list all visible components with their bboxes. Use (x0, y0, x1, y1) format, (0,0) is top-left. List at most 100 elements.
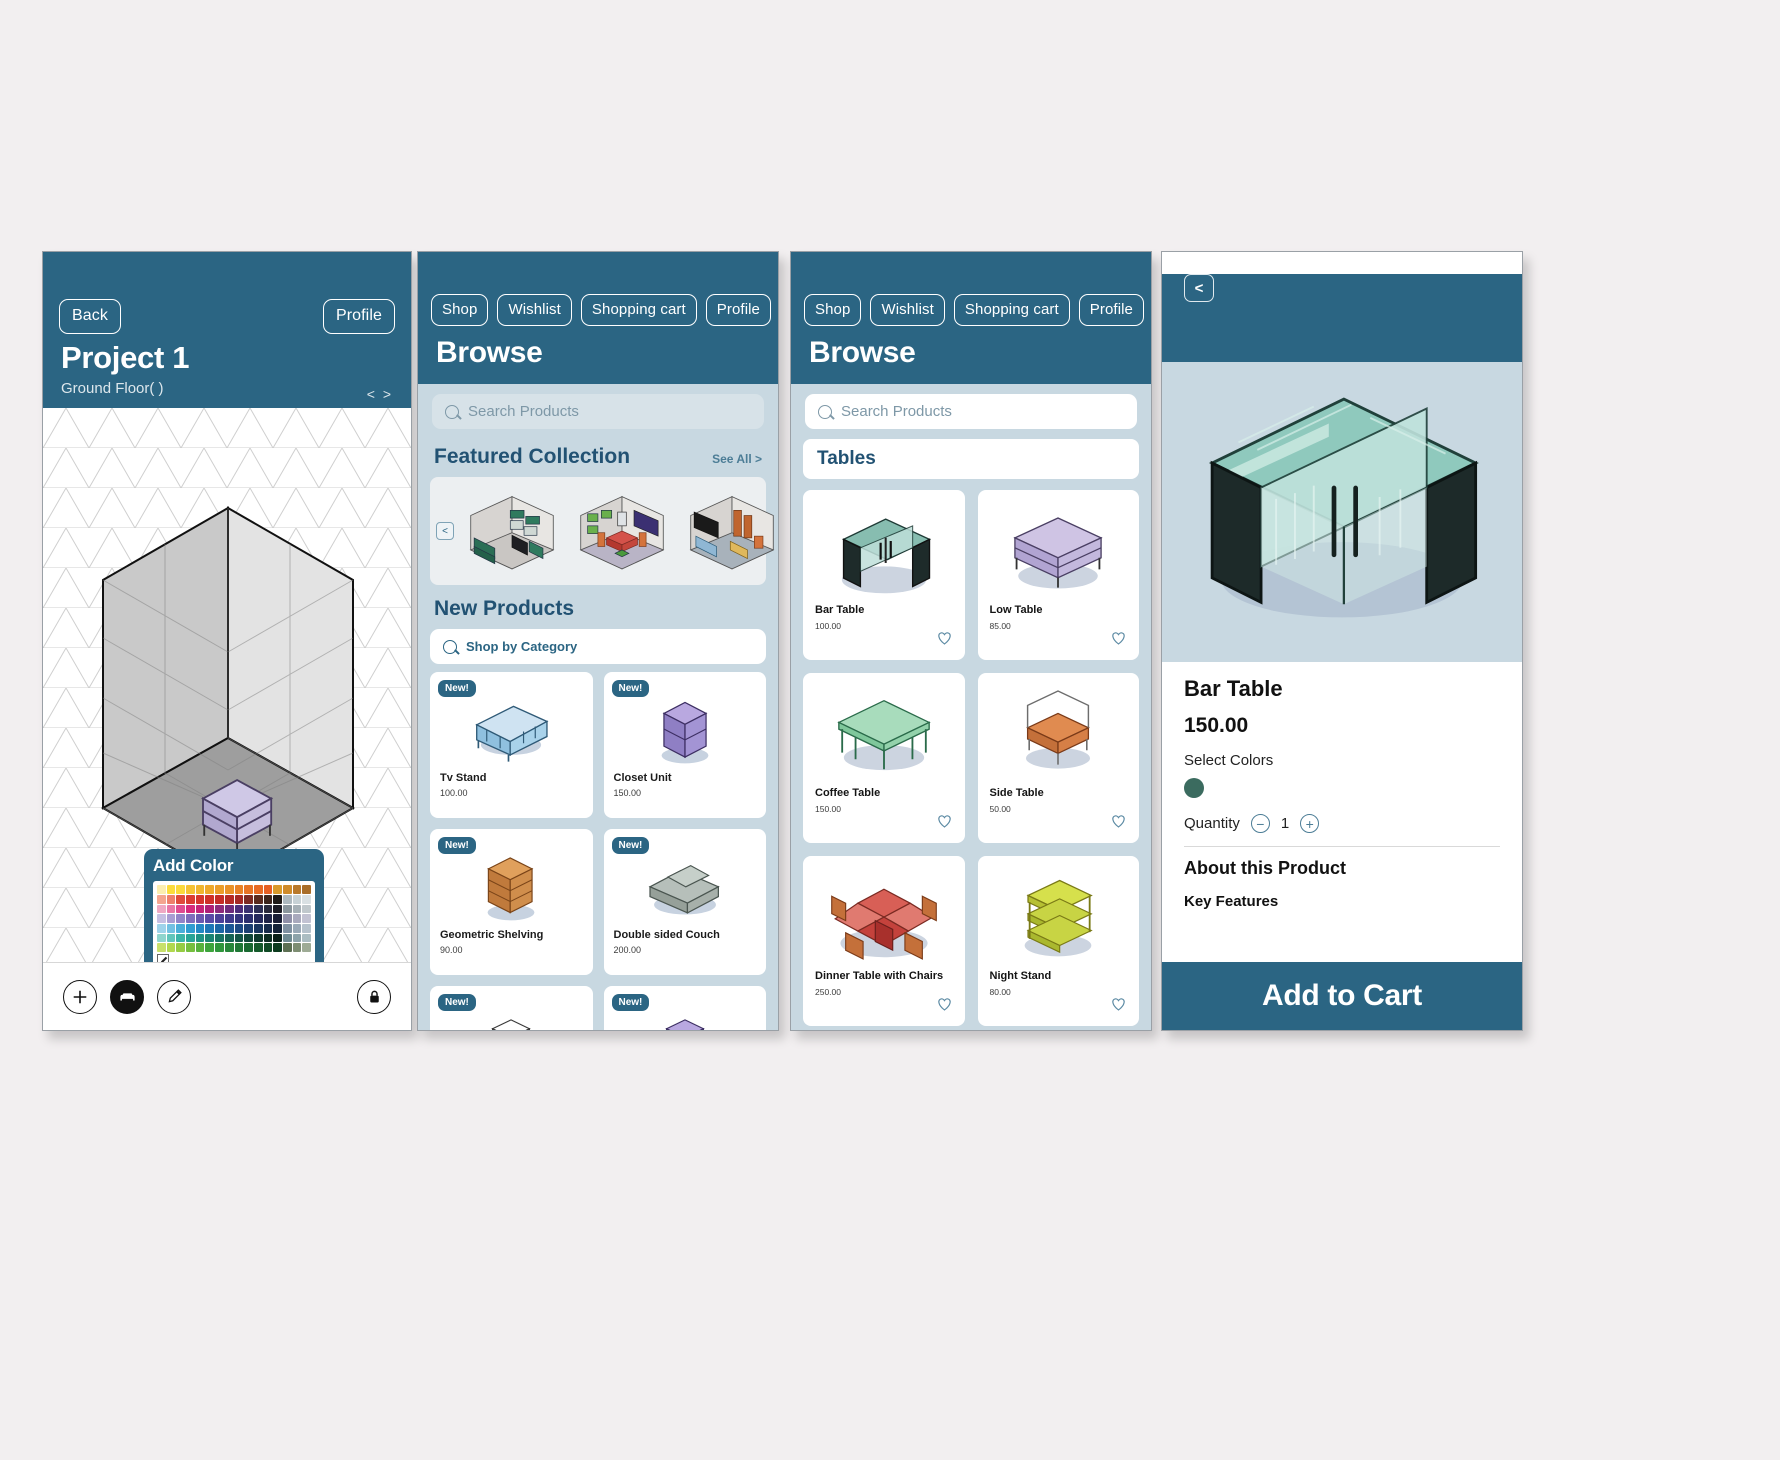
color-swatch-2-12[interactable] (273, 904, 282, 914)
color-swatch-5-1[interactable] (166, 933, 176, 943)
product-card[interactable]: New! Tv Stand 100.00 (430, 672, 593, 818)
product-card[interactable]: Coffee Table 150.00 (803, 673, 965, 843)
add-object-button[interactable] (63, 979, 97, 1014)
product-card[interactable]: New! Double sided Couch 200.00 (603, 829, 766, 975)
color-swatch-1-2[interactable] (176, 894, 186, 904)
color-swatch-1-11[interactable] (263, 894, 273, 904)
color-swatch-6-7[interactable] (224, 943, 234, 952)
see-all-link[interactable]: See All > (712, 452, 762, 466)
color-swatch-2-13[interactable] (282, 904, 292, 914)
product-card[interactable]: Side Table 50.00 (977, 673, 1139, 843)
carousel-prev-button[interactable]: < (436, 522, 454, 540)
color-swatch-grid[interactable] (157, 885, 311, 952)
color-swatch-0-12[interactable] (273, 885, 282, 894)
search-products-input[interactable]: Search Products (805, 394, 1137, 429)
color-swatch-5-2[interactable] (176, 933, 186, 943)
color-swatch-4-2[interactable] (176, 923, 186, 933)
color-swatch-1-10[interactable] (253, 894, 263, 904)
back-button[interactable]: < (1184, 274, 1214, 302)
product-card[interactable]: Low Table 85.00 (977, 490, 1139, 660)
featured-room-2[interactable] (570, 485, 674, 577)
product-card[interactable]: New! Geometric Shelving 90.00 (430, 829, 593, 975)
swatch-box[interactable] (153, 881, 315, 968)
furniture-button[interactable] (110, 979, 144, 1014)
color-swatch-4-8[interactable] (234, 923, 244, 933)
color-swatch-4-4[interactable] (195, 923, 205, 933)
featured-room-3[interactable] (680, 485, 778, 577)
color-swatch-0-5[interactable] (205, 885, 215, 894)
color-swatch-6-4[interactable] (195, 943, 205, 952)
product-hero-image[interactable] (1162, 362, 1522, 662)
quantity-stepper[interactable]: Quantity − 1 + (1184, 814, 1500, 833)
color-swatch-3-3[interactable] (186, 914, 195, 923)
color-swatch-5-7[interactable] (224, 933, 234, 943)
eyedropper-button[interactable] (157, 979, 191, 1014)
heart-outline-icon[interactable] (1110, 630, 1127, 646)
color-swatch-5-14[interactable] (292, 933, 302, 943)
quantity-increment-button[interactable]: + (1300, 814, 1320, 833)
shop-by-category-input[interactable]: Shop by Category (430, 629, 766, 664)
back-button[interactable]: Back (59, 299, 121, 334)
color-swatch-2-15[interactable] (302, 904, 311, 914)
color-swatch-4-13[interactable] (282, 923, 292, 933)
color-swatch-5-3[interactable] (186, 933, 195, 943)
featured-carousel[interactable]: < (430, 477, 775, 585)
color-swatch-4-1[interactable] (166, 923, 176, 933)
color-swatch-1-12[interactable] (273, 894, 282, 904)
color-swatch-2-6[interactable] (215, 904, 224, 914)
color-swatch-5-12[interactable] (273, 933, 282, 943)
color-swatch-1-7[interactable] (224, 894, 234, 904)
color-swatch-6-9[interactable] (244, 943, 253, 952)
color-swatch-0-7[interactable] (224, 885, 234, 894)
add-to-cart-button[interactable]: Add to Cart (1162, 962, 1522, 1030)
color-swatch-3-13[interactable] (282, 914, 292, 923)
floor-nav-arrows[interactable]: < > (367, 386, 393, 402)
color-swatch-6-11[interactable] (263, 943, 273, 952)
product-card[interactable]: New! (430, 986, 593, 1030)
color-swatch-2-9[interactable] (244, 904, 253, 914)
color-swatch-0-9[interactable] (244, 885, 253, 894)
color-swatch-5-9[interactable] (244, 933, 253, 943)
color-swatch-6-12[interactable] (273, 943, 282, 952)
search-products-input[interactable]: Search Products (432, 394, 764, 429)
color-swatch-4-6[interactable] (215, 923, 224, 933)
color-swatch-6-10[interactable] (253, 943, 263, 952)
color-swatch-1-13[interactable] (282, 894, 292, 904)
tab-wishlist[interactable]: Wishlist (497, 294, 572, 326)
color-swatch-option[interactable] (1184, 778, 1204, 798)
color-swatch-5-5[interactable] (205, 933, 215, 943)
tab-wishlist[interactable]: Wishlist (870, 294, 945, 326)
color-swatch-6-5[interactable] (205, 943, 215, 952)
color-swatch-4-10[interactable] (253, 923, 263, 933)
color-swatch-6-8[interactable] (234, 943, 244, 952)
color-swatch-0-0[interactable] (157, 885, 166, 894)
product-card[interactable]: Bar Table 100.00 (803, 490, 965, 660)
color-swatch-3-4[interactable] (195, 914, 205, 923)
color-swatch-0-1[interactable] (166, 885, 176, 894)
color-swatch-6-15[interactable] (302, 943, 311, 952)
color-swatch-3-5[interactable] (205, 914, 215, 923)
color-swatch-3-12[interactable] (273, 914, 282, 923)
lock-button[interactable] (357, 979, 391, 1014)
color-swatch-5-11[interactable] (263, 933, 273, 943)
featured-room-1[interactable] (460, 485, 564, 577)
color-swatch-3-1[interactable] (166, 914, 176, 923)
heart-outline-icon[interactable] (1110, 813, 1127, 829)
color-swatch-3-2[interactable] (176, 914, 186, 923)
color-swatch-5-4[interactable] (195, 933, 205, 943)
color-swatch-2-1[interactable] (166, 904, 176, 914)
color-swatch-2-5[interactable] (205, 904, 215, 914)
heart-outline-icon[interactable] (936, 996, 953, 1012)
color-swatch-0-11[interactable] (263, 885, 273, 894)
color-swatch-0-13[interactable] (282, 885, 292, 894)
color-swatch-6-3[interactable] (186, 943, 195, 952)
color-swatch-5-0[interactable] (157, 933, 166, 943)
heart-outline-icon[interactable] (1110, 996, 1127, 1012)
color-swatch-3-9[interactable] (244, 914, 253, 923)
color-swatch-3-0[interactable] (157, 914, 166, 923)
color-swatch-6-2[interactable] (176, 943, 186, 952)
color-swatch-2-11[interactable] (263, 904, 273, 914)
color-swatch-5-10[interactable] (253, 933, 263, 943)
color-swatch-5-6[interactable] (215, 933, 224, 943)
color-swatch-4-0[interactable] (157, 923, 166, 933)
